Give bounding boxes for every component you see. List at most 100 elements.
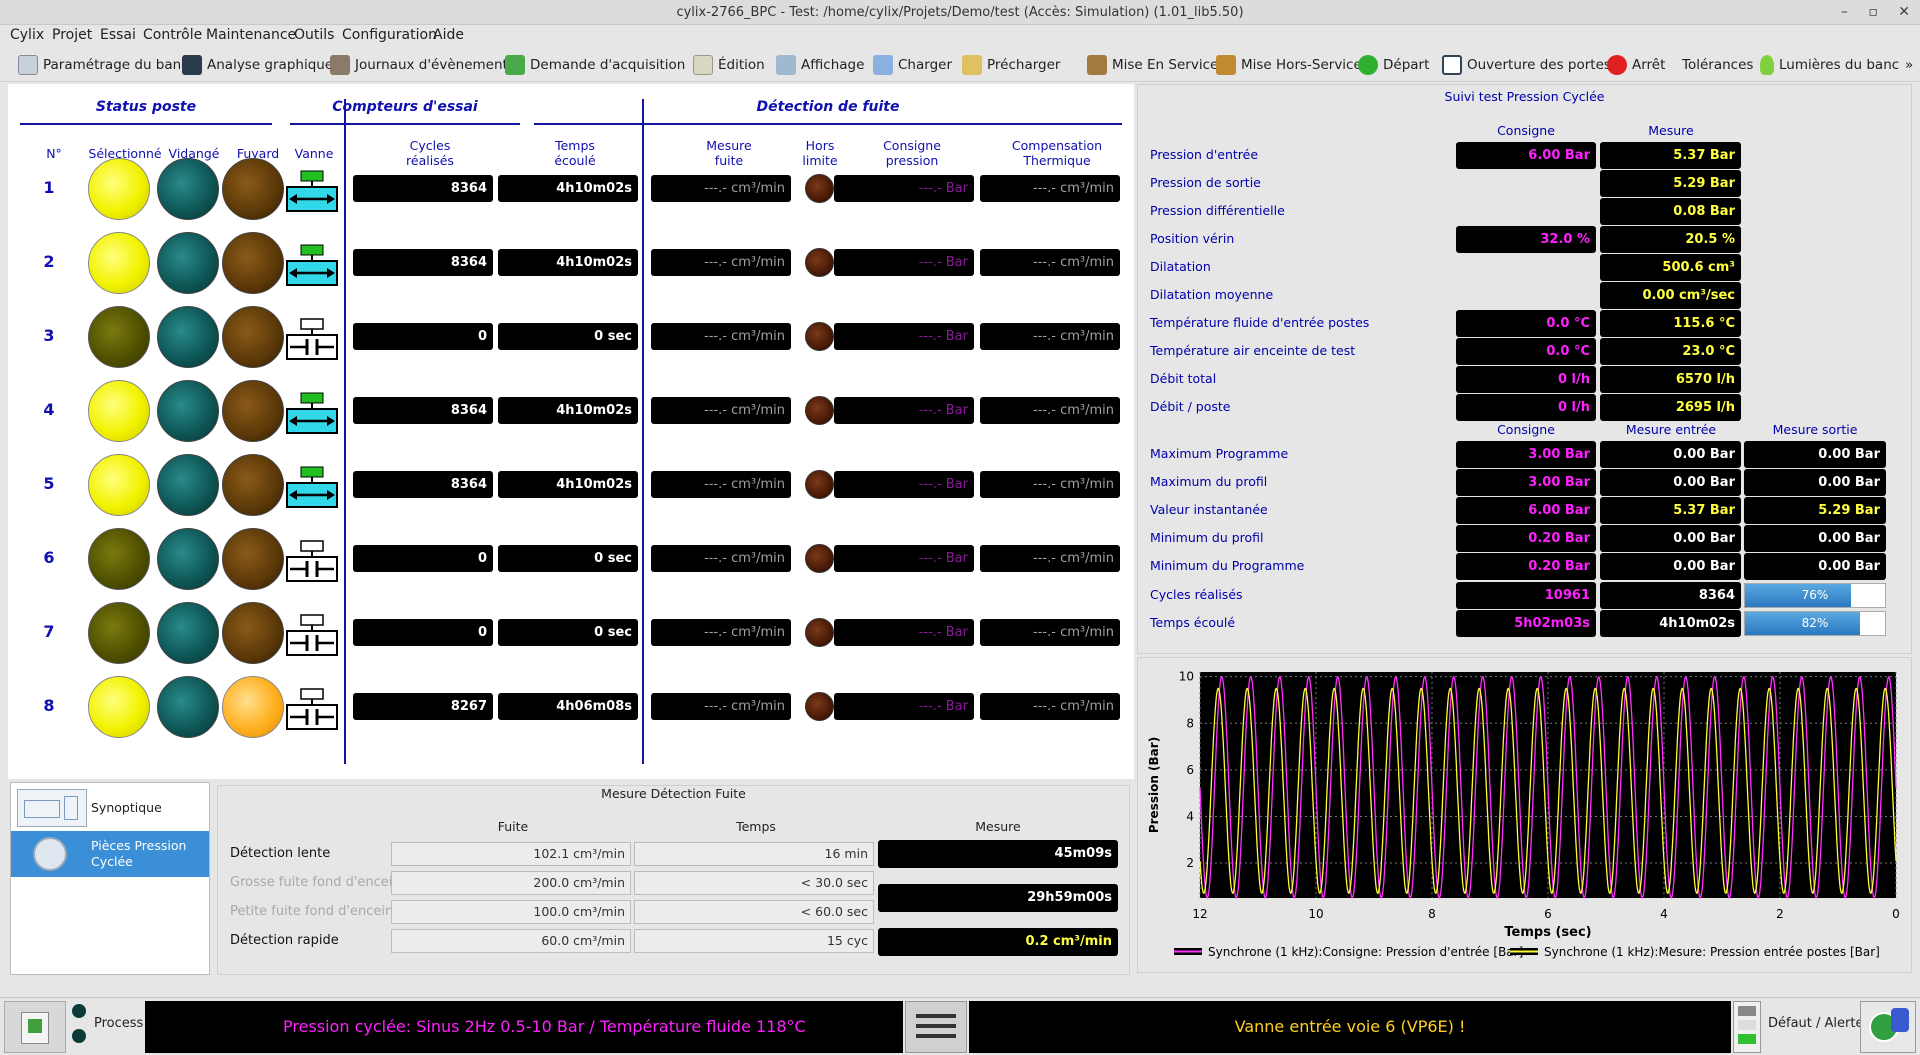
parametrage-button[interactable]: Paramétrage du banc — [18, 53, 189, 77]
maximize-icon[interactable]: ▫ — [1868, 4, 1878, 20]
mise-en-service-button[interactable]: Mise En Service — [1087, 53, 1218, 77]
leak-measure-display: ---.- cm³/min — [651, 323, 791, 350]
lumieres-button[interactable]: Lumières du banc — [1760, 53, 1899, 77]
pressure-setpoint-display: ---.- Bar — [834, 249, 974, 276]
time-display: 0 sec — [498, 323, 638, 350]
nav-synoptique[interactable]: Synoptique — [11, 785, 209, 831]
y-tick-label: 2 — [1186, 856, 1194, 870]
thermal-comp-display: ---.- cm³/min — [980, 397, 1120, 424]
arret-button[interactable]: Arrêt — [1607, 53, 1665, 77]
preload-icon — [962, 55, 982, 75]
suivi2-label: Minimum du Programme — [1150, 558, 1305, 573]
selected-indicator[interactable] — [88, 454, 150, 516]
leak-fuite-field[interactable]: 100.0 cm³/min — [391, 900, 631, 924]
selected-indicator[interactable] — [88, 528, 150, 590]
menu-cylix[interactable]: Cylix — [10, 27, 44, 43]
time-display: 4h10m02s — [498, 249, 638, 276]
leak-fuite-field[interactable]: 60.0 cm³/min — [391, 929, 631, 953]
time-display: 4h10m02s — [498, 175, 638, 202]
suivi-label: Débit total — [1150, 371, 1217, 386]
leak-label: Petite fuite fond d'enceinte — [230, 904, 407, 919]
cycles-display: 8364 — [353, 175, 493, 202]
ouverture-button[interactable]: Ouverture des portes — [1442, 53, 1611, 77]
suivi-label: Température fluide d'entrée postes — [1150, 315, 1370, 330]
cycles-display: 8364 — [353, 471, 493, 498]
suivi-consigne: 6.00 Bar — [1456, 142, 1596, 169]
leak-temps-field[interactable]: < 30.0 sec — [634, 871, 874, 895]
suivi-mesure: 0.00 cm³/sec — [1600, 282, 1741, 309]
charger-button[interactable]: Charger — [873, 53, 952, 77]
acknowledge-button[interactable] — [1860, 1001, 1916, 1053]
x-tick-label: 10 — [1308, 907, 1323, 921]
logo-icon — [905, 1001, 967, 1053]
selected-indicator[interactable] — [88, 676, 150, 738]
pressure-chart[interactable]: 2 4 6 8 10 12 10 8 6 4 2 0 Temps (sec) Pression (Bar)… — [1138, 658, 1911, 972]
hand-icon — [1891, 1008, 1909, 1032]
demande-button[interactable]: Demande d'acquisition — [505, 53, 685, 77]
suivi-label: Dilatation moyenne — [1150, 287, 1274, 302]
suivi2-sortie: 5.29 Bar — [1744, 497, 1886, 524]
close-icon[interactable]: ✕ — [1898, 4, 1910, 20]
drained-indicator — [157, 454, 219, 516]
menu-aide[interactable]: Aide — [433, 27, 464, 43]
cycles-mesure: 8364 — [1600, 582, 1741, 609]
station-number: 1 — [43, 178, 55, 197]
out-of-limit-indicator — [805, 248, 834, 277]
menu-essai[interactable]: Essai — [100, 27, 136, 43]
edition-button[interactable]: Édition — [693, 53, 765, 77]
leak-fuite-field[interactable]: 102.1 cm³/min — [391, 842, 631, 866]
lightbulb-icon — [1760, 55, 1774, 75]
suivi2-label: Maximum du profil — [1150, 474, 1268, 489]
toolbar-overflow-button[interactable]: » — [1905, 53, 1913, 77]
x-tick-label: 2 — [1776, 907, 1784, 921]
thermal-comp-display: ---.- cm³/min — [980, 249, 1120, 276]
valve-closed-icon — [286, 688, 338, 730]
menu-projet[interactable]: Projet — [52, 27, 92, 43]
depart-button[interactable]: Départ — [1358, 53, 1429, 77]
selected-indicator[interactable] — [88, 158, 150, 220]
temps-label: Temps écoulé — [1150, 615, 1236, 630]
leak-label: Grosse fuite fond d'enceinte — [230, 875, 414, 890]
menu-outils[interactable]: Outils — [294, 27, 334, 43]
nav-pieces[interactable]: Pièces Pression Cyclée — [11, 831, 209, 877]
leak-mesure-2: 29h59m00s — [878, 884, 1118, 912]
defaut-label: Défaut / Alerte — [1768, 1016, 1864, 1031]
leak-temps-field[interactable]: 16 min — [634, 842, 874, 866]
station-number: 2 — [43, 252, 55, 271]
affichage-button[interactable]: Affichage — [776, 53, 864, 77]
selected-indicator[interactable] — [88, 232, 150, 294]
pressure-setpoint-display: ---.- Bar — [834, 175, 974, 202]
selected-indicator[interactable] — [88, 602, 150, 664]
mise-hors-service-button[interactable]: Mise Hors-Service — [1216, 53, 1362, 77]
cycles-display: 8364 — [353, 249, 493, 276]
minimize-icon[interactable]: – — [1841, 4, 1848, 20]
col-consigne: Consigne pression — [883, 138, 941, 168]
leak-measure-display: ---.- cm³/min — [651, 175, 791, 202]
menu-maintenance[interactable]: Maintenance — [206, 27, 296, 43]
menu-controle[interactable]: Contrôle — [143, 27, 202, 43]
selected-indicator[interactable] — [88, 380, 150, 442]
journaux-button[interactable]: Journaux d'évènements — [330, 53, 515, 77]
suivi2-consigne: 3.00 Bar — [1456, 469, 1596, 496]
x-tick-label: 4 — [1660, 907, 1668, 921]
suivi-label: Température air enceinte de test — [1150, 343, 1356, 358]
leaker-indicator — [222, 380, 284, 442]
cycles-consigne: 10961 — [1456, 582, 1596, 609]
leak-temps-field[interactable]: 15 cyc — [634, 929, 874, 953]
selected-indicator[interactable] — [88, 306, 150, 368]
time-display: 0 sec — [498, 619, 638, 646]
process-led-1 — [72, 1004, 86, 1018]
leak-temps-field[interactable]: < 60.0 sec — [634, 900, 874, 924]
tolerances-button[interactable]: Tolérances — [1682, 53, 1753, 77]
thermal-comp-display: ---.- cm³/min — [980, 471, 1120, 498]
suivi-panel: Suivi test Pression Cyclée Consigne Mesu… — [1137, 84, 1912, 654]
y-tick-label: 10 — [1179, 670, 1194, 684]
analyse-button[interactable]: Analyse graphique — [182, 53, 333, 77]
menu-configuration[interactable]: Configuration — [342, 27, 437, 43]
leak-measure-display: ---.- cm³/min — [651, 619, 791, 646]
export-button[interactable] — [4, 1001, 66, 1053]
suivi2-entree: 0.00 Bar — [1600, 525, 1741, 552]
drained-indicator — [157, 158, 219, 220]
leak-fuite-field[interactable]: 200.0 cm³/min — [391, 871, 631, 895]
precharger-button[interactable]: Précharger — [962, 53, 1060, 77]
